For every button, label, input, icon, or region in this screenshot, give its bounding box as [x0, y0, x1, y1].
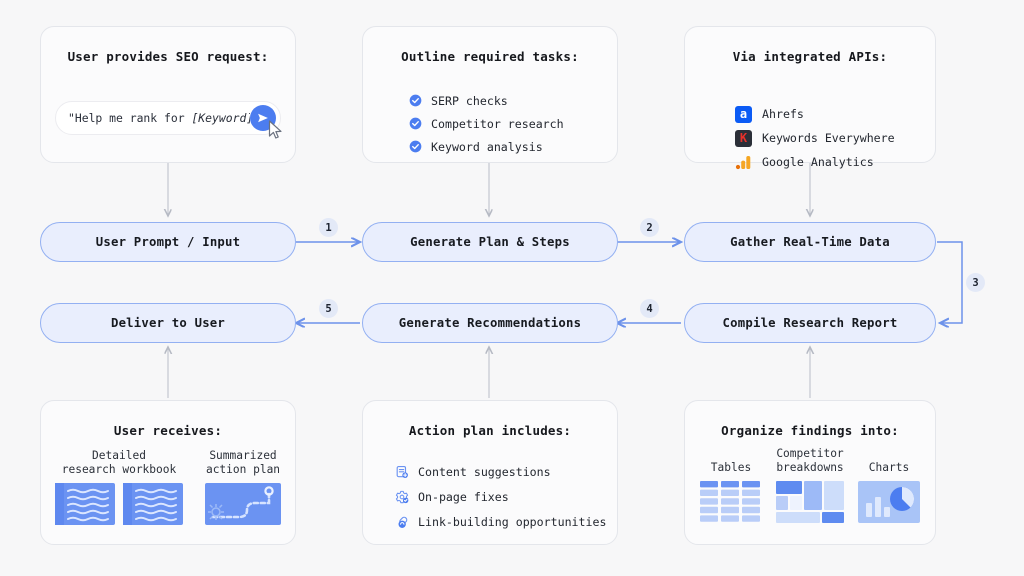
receives-item: Summarized action plan [205, 449, 281, 525]
task-item: Keyword analysis [409, 135, 564, 158]
card-integrated-apis: Via integrated APIs: a Ahrefs K Keywords… [684, 26, 936, 169]
task-label: Keyword analysis [431, 139, 543, 154]
thumb-caption: Competitor breakdowns [776, 447, 844, 474]
roadmap-thumbnail-icon [205, 483, 281, 525]
api-list: a Ahrefs K Keywords Everywhere Google An… [735, 102, 895, 174]
receives-item: Detailed research workbook [55, 449, 183, 525]
pill-generate-plan[interactable]: Generate Plan & Steps [362, 222, 618, 262]
send-plane-icon [258, 113, 268, 123]
action-plan-label: Content suggestions [418, 464, 551, 479]
step-badge-3: 3 [966, 273, 985, 292]
diagram-canvas: User provides SEO request: "Help me rank… [0, 0, 1024, 576]
seo-request-input[interactable]: "Help me rank for [Keyword]" [55, 101, 281, 135]
thumb-caption: Tables [710, 461, 752, 474]
api-label: Google Analytics [762, 155, 874, 169]
document-thumbnail-icon [55, 483, 183, 525]
task-label: Competitor research [431, 116, 564, 131]
thumb-caption: Summarized action plan [205, 449, 281, 476]
thumb-caption: Charts [868, 461, 910, 474]
organize-item: Tables [700, 461, 762, 523]
ahrefs-icon: a [735, 105, 752, 123]
link-chain-icon [398, 516, 408, 528]
pill-label: Compile Research Report [722, 316, 898, 330]
task-label: SERP checks [431, 93, 508, 108]
pill-compile-report[interactable]: Compile Research Report [684, 303, 936, 343]
keywords-everywhere-icon: K [735, 129, 752, 147]
pill-generate-recommendations[interactable]: Generate Recommendations [362, 303, 618, 343]
pill-label: Gather Real-Time Data [730, 235, 890, 249]
card-user-receives: User receives: Detailed research workboo… [40, 400, 296, 545]
organize-thumbnails: Tables Competitor breakdowns Charts [685, 447, 935, 523]
pill-label: Deliver to User [110, 316, 226, 330]
card-title-organize-findings: Organize findings into: [721, 423, 899, 438]
check-circle-icon [409, 94, 422, 107]
seo-request-value: "Help me rank for [Keyword]" [68, 111, 250, 125]
thumb-caption: Detailed research workbook [61, 449, 177, 476]
card-title-required-tasks: Outline required tasks: [401, 49, 579, 64]
table-thumbnail-icon [700, 481, 760, 522]
gear-settings-icon [395, 490, 409, 503]
step-badge-5: 5 [319, 299, 338, 318]
pill-label: Generate Recommendations [398, 316, 582, 330]
pill-gather-data[interactable]: Gather Real-Time Data [684, 222, 936, 262]
pill-label: Generate Plan & Steps [410, 235, 570, 249]
treemap-thumbnail-icon [776, 481, 844, 523]
organize-item: Competitor breakdowns [776, 447, 844, 523]
task-item: Competitor research [409, 112, 564, 135]
card-user-prompt: User provides SEO request: "Help me rank… [40, 26, 296, 163]
check-circle-icon [409, 140, 422, 153]
card-title-action-plan: Action plan includes: [408, 423, 572, 438]
receives-thumbnails: Detailed research workbook Summarized ac… [41, 449, 295, 525]
task-list: SERP checks Competitor research Keyword … [409, 89, 564, 158]
api-label: Ahrefs [762, 107, 804, 121]
card-required-tasks: Outline required tasks: SERP checks Comp… [362, 26, 618, 163]
action-plan-item: On-page fixes [395, 484, 606, 509]
action-plan-label: Link-building opportunities [418, 514, 607, 529]
step-badge-1: 1 [319, 218, 338, 237]
card-title-user-prompt: User provides SEO request: [67, 49, 269, 64]
api-item: a Ahrefs [735, 102, 895, 126]
pill-label: User Prompt / Input [95, 235, 241, 249]
api-label: Keywords Everywhere [762, 131, 895, 145]
action-plan-list: Content suggestions On-page fixes Link-b… [395, 459, 606, 534]
google-analytics-icon [735, 155, 751, 169]
card-action-plan: Action plan includes: Content suggestion… [362, 400, 618, 545]
pill-user-prompt-input[interactable]: User Prompt / Input [40, 222, 296, 262]
card-organize-findings: Organize findings into: Tables Competito… [684, 400, 936, 545]
card-title-integrated-apis: Via integrated APIs: [732, 49, 888, 64]
send-button[interactable] [250, 105, 276, 131]
step-badge-4: 4 [640, 299, 659, 318]
task-item: SERP checks [409, 89, 564, 112]
card-title-user-receives: User receives: [113, 423, 223, 438]
api-item: Google Analytics [735, 150, 895, 174]
action-plan-label: On-page fixes [418, 489, 509, 504]
action-plan-item: Link-building opportunities [395, 509, 606, 534]
check-circle-icon [409, 117, 422, 130]
step-badge-2: 2 [640, 218, 659, 237]
document-plus-icon [396, 465, 408, 478]
api-item: K Keywords Everywhere [735, 126, 895, 150]
pill-deliver-to-user[interactable]: Deliver to User [40, 303, 296, 343]
organize-item: Charts [858, 461, 920, 523]
chart-thumbnail-icon [858, 481, 920, 523]
action-plan-item: Content suggestions [395, 459, 606, 484]
